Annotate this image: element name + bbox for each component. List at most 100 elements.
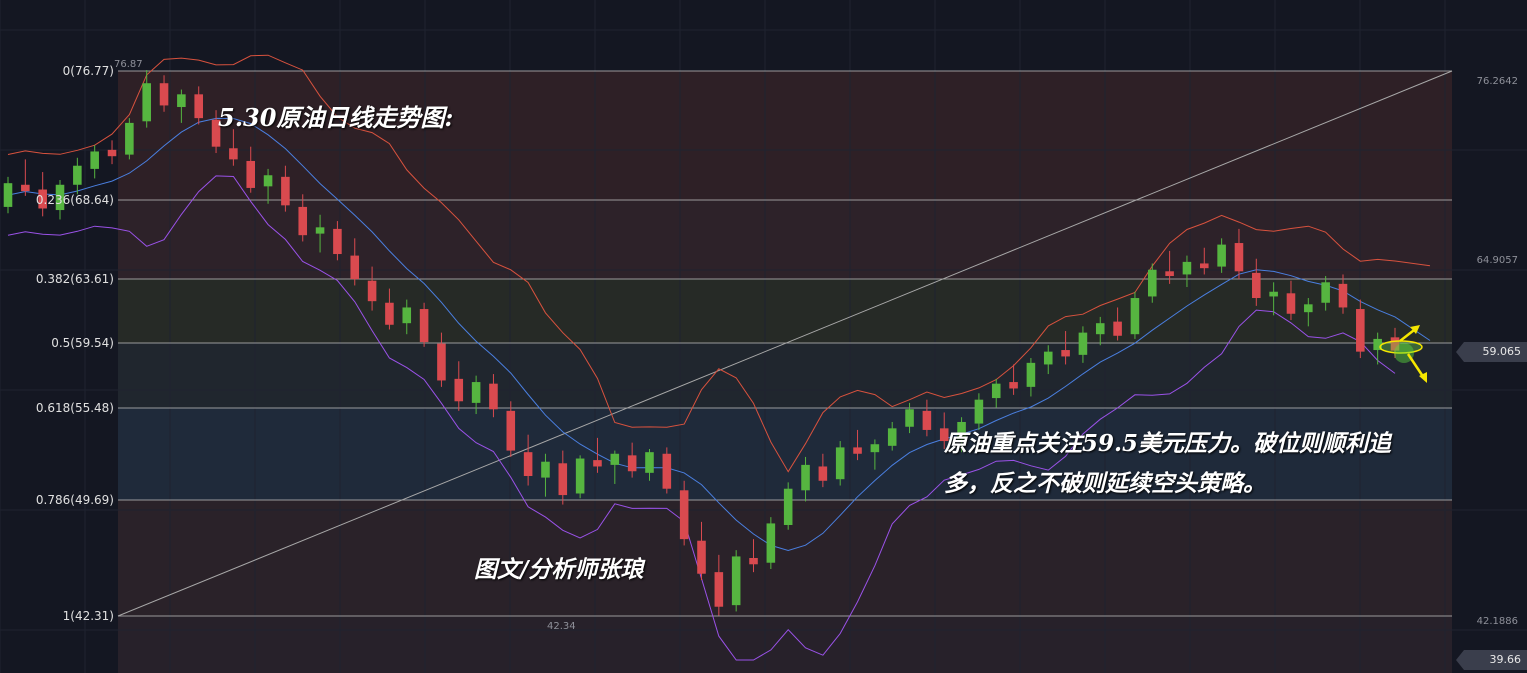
low-price-tag: 39.66	[1456, 650, 1527, 670]
candle-body	[766, 523, 776, 563]
candle-body	[90, 151, 99, 169]
candle-body	[1165, 271, 1174, 277]
fib-label: 0.618(55.48)	[36, 401, 114, 415]
candle-body	[1304, 304, 1313, 313]
right-axis-label: 64.9057	[1477, 255, 1518, 266]
candle-body	[3, 183, 13, 207]
candle-body	[1252, 272, 1261, 299]
candle-body	[662, 453, 672, 489]
candle-body	[281, 176, 290, 206]
candle-body	[298, 206, 308, 236]
candle-body	[246, 160, 256, 188]
fib-zone	[118, 71, 1452, 200]
candle-body	[1043, 351, 1053, 365]
candle-body	[541, 461, 550, 478]
fib-label: 0(76.77)	[63, 64, 114, 78]
candle-body	[1009, 382, 1018, 389]
candle-body	[627, 455, 637, 472]
candle-body	[159, 83, 169, 106]
candle-body	[1234, 243, 1244, 272]
candle-body	[367, 280, 377, 302]
candle-body	[1217, 244, 1226, 267]
candle-body	[974, 399, 984, 424]
fib-label: 0.5(59.54)	[51, 336, 114, 350]
candle-body	[1130, 298, 1140, 335]
candle-body	[575, 458, 585, 494]
candle-body	[905, 409, 914, 427]
candle-body	[835, 447, 845, 480]
candle-body	[1095, 323, 1105, 335]
fib-zones	[118, 71, 1452, 673]
candle-body	[991, 383, 1001, 399]
candle-body	[1061, 350, 1070, 357]
candle-body	[1113, 321, 1122, 336]
candle-body	[645, 452, 654, 473]
candle-body	[333, 228, 342, 255]
candle-body	[783, 488, 793, 525]
candle-body	[419, 309, 429, 343]
candle-body	[1338, 283, 1348, 308]
fib-zone	[118, 279, 1452, 343]
candle-body	[229, 148, 238, 160]
candle-body	[125, 122, 134, 155]
candle-body	[142, 83, 151, 122]
candle-body	[610, 453, 620, 465]
candle-body	[194, 94, 203, 119]
current-price-tag: 59.065	[1456, 342, 1527, 362]
fib-label: 0.382(63.61)	[36, 272, 114, 286]
candle-body	[818, 466, 828, 481]
candle-body	[1026, 362, 1036, 387]
fib-zone	[118, 200, 1452, 279]
right-axis-label: 42.1886	[1477, 616, 1518, 627]
analysis-note-line-2: 多，反之不破则延续空头策略。	[944, 470, 1266, 497]
candle-body	[1286, 293, 1296, 314]
fib-zone	[118, 343, 1452, 408]
analysis-note: 原油重点关注59.5美元压力。破位则顺利追 多，反之不破则延续空头策略。	[944, 424, 1391, 504]
candle-body	[1269, 291, 1278, 297]
candle-body	[471, 382, 481, 403]
candle-body	[107, 149, 117, 157]
fib-label: 1(42.31)	[63, 609, 114, 623]
candle-body	[679, 490, 689, 540]
candle-body	[523, 452, 533, 477]
candle-body	[1321, 282, 1330, 303]
fib-label: 0.786(49.69)	[36, 493, 114, 507]
candle-body	[454, 378, 464, 402]
candle-body	[402, 307, 412, 324]
candle-body	[263, 175, 273, 187]
analysis-note-line-1: 原油重点关注59.5美元压力。破位则顺利追	[944, 430, 1392, 457]
author-credit: 图文/分析师张琅	[474, 556, 644, 583]
candle-body	[1182, 261, 1192, 275]
candle-body	[558, 463, 568, 496]
candle-body	[749, 558, 758, 565]
right-axis-label: 76.2642	[1477, 76, 1518, 87]
candle-body	[506, 410, 516, 451]
candle-body	[593, 460, 602, 467]
candle-body	[1356, 309, 1365, 352]
candle-body	[801, 464, 810, 491]
fib-label: 0.236(68.64)	[36, 193, 114, 207]
candle-body	[350, 255, 360, 280]
trough-label: 42.34	[547, 621, 576, 632]
candle-body	[887, 428, 897, 446]
candle-body	[1147, 269, 1157, 297]
candle-body	[489, 383, 498, 410]
fib-labels: 0(76.77) 0.236(68.64) 0.382(63.61) 0.5(59.5…	[36, 64, 114, 623]
chart-title: 5.30原油日线走势图:	[218, 103, 454, 132]
candle-body	[714, 572, 724, 607]
candle-body	[177, 94, 186, 108]
fib-zone	[118, 616, 1452, 673]
candle-body	[853, 447, 862, 454]
candle-body	[21, 184, 30, 192]
candle-body	[385, 302, 394, 325]
candle-body	[73, 165, 82, 185]
candle-body	[315, 227, 325, 234]
candle-body	[922, 410, 932, 430]
candle-body	[697, 540, 706, 574]
candle-body	[870, 444, 880, 453]
candle-body	[731, 556, 741, 606]
candle-body	[1200, 263, 1209, 269]
candle-body	[437, 343, 446, 381]
peak-label: 76.87	[114, 59, 143, 70]
candle-body	[1078, 332, 1088, 355]
